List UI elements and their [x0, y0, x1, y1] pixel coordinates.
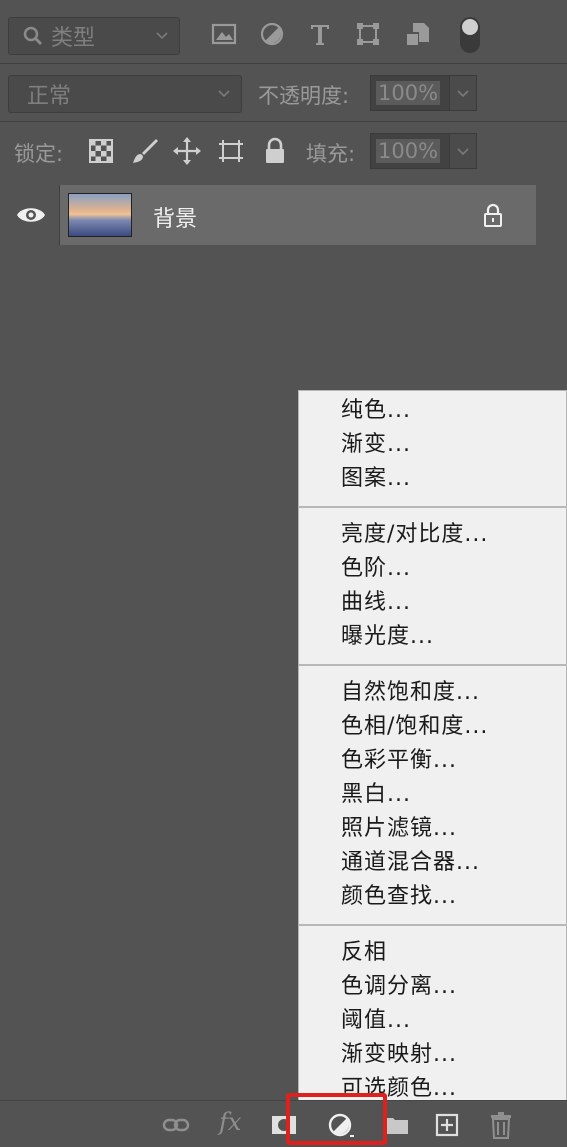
fill-value: 100% — [376, 139, 441, 163]
menu-item-hue-saturation[interactable]: 色相/饱和度... — [341, 711, 488, 743]
menu-item-invert[interactable]: 反相 — [341, 937, 387, 969]
layer-name: 背景 — [153, 207, 198, 232]
chevron-down-icon — [457, 148, 469, 156]
layer-locked-icon[interactable] — [482, 203, 504, 227]
menu-item-levels[interactable]: 色阶... — [341, 553, 411, 585]
menu-separator — [299, 506, 566, 508]
menu-item-color-lookup[interactable]: 颜色查找... — [341, 881, 457, 913]
link-layers-icon[interactable] — [162, 1111, 190, 1139]
layer-thumbnail — [68, 193, 132, 237]
lock-position-move-icon[interactable] — [172, 136, 202, 166]
filter-toggle[interactable] — [460, 17, 480, 53]
menu-item-black-white[interactable]: 黑白... — [341, 779, 411, 811]
shape-filter-icon[interactable] — [354, 20, 382, 48]
annotation-highlight-box — [286, 1093, 387, 1145]
chevron-down-icon — [156, 32, 168, 40]
blend-mode-label: 正常 — [27, 84, 72, 109]
menu-item-curves[interactable]: 曲线... — [341, 587, 411, 619]
fill-dropdown-button[interactable] — [449, 133, 477, 169]
layers-panel-bottom-bar: fx — [0, 1100, 567, 1147]
image-filter-icon[interactable] — [210, 20, 238, 48]
lock-all-icon[interactable] — [260, 136, 290, 166]
menu-item-gradient-map[interactable]: 渐变映射... — [341, 1039, 457, 1071]
opacity-label: 不透明度: — [258, 84, 350, 108]
opacity-dropdown-button[interactable] — [449, 75, 477, 111]
eye-icon — [17, 208, 45, 222]
menu-item-color-balance[interactable]: 色彩平衡... — [341, 745, 457, 777]
adjustment-filter-icon[interactable] — [258, 20, 286, 48]
filter-kind-dropdown[interactable]: 类型 — [8, 17, 180, 55]
menu-item-vibrance[interactable]: 自然饱和度... — [341, 677, 480, 709]
menu-item-threshold[interactable]: 阈值... — [341, 1005, 411, 1037]
new-layer-icon[interactable] — [433, 1111, 461, 1139]
type-filter-icon[interactable] — [306, 20, 334, 48]
layer-style-fx-button[interactable]: fx — [219, 1108, 241, 1136]
opacity-field[interactable]: 100% — [370, 75, 450, 111]
smart-object-filter-icon[interactable] — [404, 20, 432, 48]
fill-field[interactable]: 100% — [370, 133, 450, 169]
menu-item-solid-color[interactable]: 纯色... — [341, 395, 411, 427]
menu-separator — [299, 664, 566, 666]
menu-item-brightness-contrast[interactable]: 亮度/对比度... — [341, 519, 488, 551]
chevron-down-icon — [218, 90, 230, 98]
lock-transparent-pixels-icon[interactable] — [86, 136, 116, 166]
layer-visibility-toggle[interactable] — [0, 185, 60, 245]
blend-mode-dropdown[interactable]: 正常 — [8, 75, 242, 113]
search-icon — [23, 26, 43, 46]
filter-toggle-knob — [462, 19, 478, 35]
lock-image-pixels-brush-icon[interactable] — [130, 136, 160, 166]
filter-kind-label: 类型 — [51, 26, 96, 51]
lock-artboard-icon[interactable] — [216, 136, 246, 166]
layer-row-background[interactable]: 背景 — [0, 185, 536, 245]
menu-item-photo-filter[interactable]: 照片滤镜... — [341, 813, 457, 845]
layer-filter-bar: 类型 — [0, 0, 567, 64]
menu-item-pattern[interactable]: 图案... — [341, 463, 411, 495]
menu-item-channel-mixer[interactable]: 通道混合器... — [341, 847, 480, 879]
menu-item-posterize[interactable]: 色调分离... — [341, 971, 457, 1003]
fill-label: 填充: — [306, 142, 356, 166]
menu-item-exposure[interactable]: 曝光度... — [341, 621, 434, 653]
menu-item-gradient[interactable]: 渐变... — [341, 429, 411, 461]
lock-label: 锁定: — [14, 142, 64, 166]
menu-separator — [299, 924, 566, 926]
chevron-down-icon — [457, 90, 469, 98]
adjustment-layer-menu: 纯色... 渐变... 图案... 亮度/对比度... 色阶... 曲线... … — [298, 390, 567, 1106]
delete-layer-trash-icon[interactable] — [487, 1111, 515, 1139]
opacity-value: 100% — [376, 81, 441, 105]
